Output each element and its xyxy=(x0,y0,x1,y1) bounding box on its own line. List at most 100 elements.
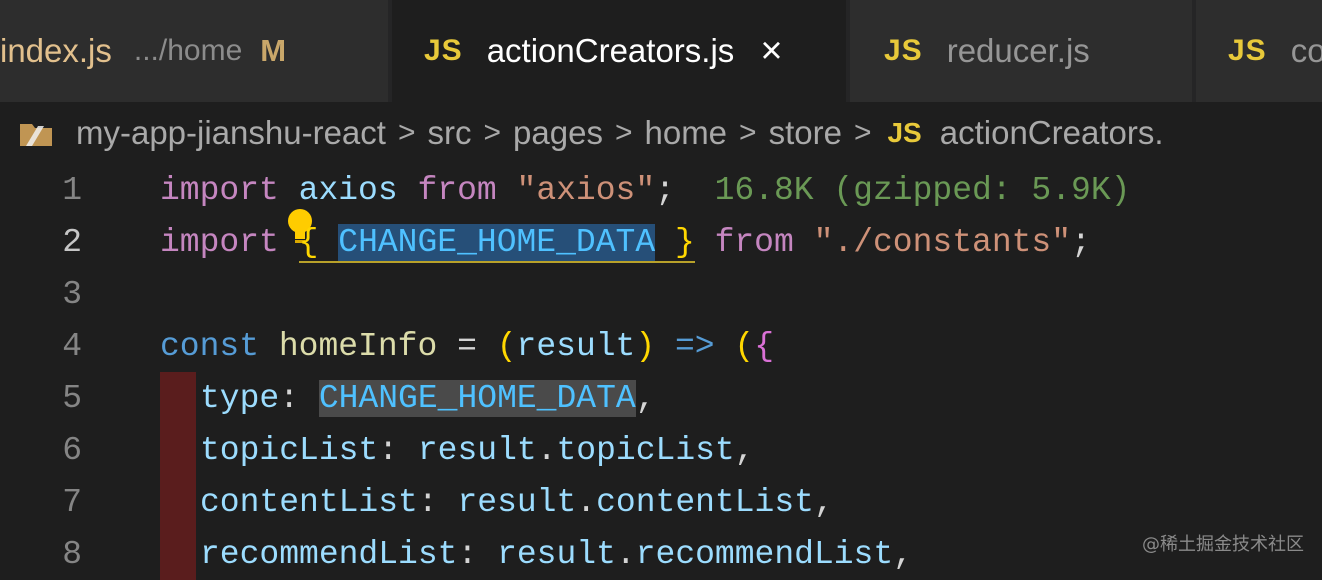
brace-close: } xyxy=(674,223,695,261)
line-number: 5 xyxy=(62,379,82,417)
indent-error-marker xyxy=(160,476,196,528)
code-line[interactable]: 3 xyxy=(0,268,1322,320)
brace-open: { xyxy=(298,223,319,261)
string-literal: "axios" xyxy=(516,171,656,209)
punctuation: : xyxy=(417,483,438,521)
js-file-icon: JS xyxy=(884,34,923,67)
punctuation: , xyxy=(893,535,913,573)
paren-close: ) xyxy=(635,327,656,365)
code-line[interactable]: 1 import axios from "axios"; 16.8K (gzip… xyxy=(0,164,1322,243)
paren-open: ( xyxy=(734,327,755,365)
property-key: recommendList xyxy=(200,535,458,573)
js-file-icon: JS xyxy=(424,34,463,67)
line-content: contentList: result.contentList, xyxy=(200,484,834,521)
code-line[interactable]: 5 type: CHANGE_HOME_DATA, xyxy=(0,372,1322,424)
line-number: 1 xyxy=(62,171,82,209)
js-file-icon: JS xyxy=(887,117,922,148)
brace-open: { xyxy=(754,327,775,365)
chevron-right-icon: > xyxy=(739,116,757,149)
tab-index-js[interactable]: index.js .../home M xyxy=(0,0,390,102)
identifier: result xyxy=(497,535,616,573)
keyword: import xyxy=(160,223,279,261)
paren-open: ( xyxy=(496,327,517,365)
operator: = xyxy=(457,327,477,365)
breadcrumb-item-home[interactable]: home xyxy=(644,114,727,152)
line-content: const homeInfo = (result) => ({ xyxy=(160,328,774,365)
punctuation: : xyxy=(279,379,300,417)
tab-label: index.js xyxy=(0,32,112,69)
punctuation: : xyxy=(457,535,478,573)
indent-error-marker xyxy=(160,372,196,424)
punctuation: . xyxy=(536,431,557,469)
line-number: 8 xyxy=(62,535,82,573)
punctuation: : xyxy=(378,431,399,469)
line-content: type: CHANGE_HOME_DATA, xyxy=(200,379,656,417)
property: contentList xyxy=(596,483,814,521)
indent-error-marker xyxy=(160,424,196,476)
punctuation: , xyxy=(635,379,656,417)
import-cost-annotation: 16.8K (gzipped: 5.9K) xyxy=(714,171,1131,209)
chevron-right-icon: > xyxy=(614,116,633,149)
line-content: topicList: result.topicList, xyxy=(200,432,755,469)
watermark: @稀土掘金技术社区 xyxy=(1142,534,1304,555)
breadcrumb-item-project[interactable]: my-app-jianshu-react xyxy=(76,114,386,152)
code-line[interactable]: 8 recommendList: result.recommendList, xyxy=(0,528,1322,580)
folder-icon xyxy=(18,118,54,148)
breadcrumb-item-pages[interactable]: pages xyxy=(513,114,603,152)
identifier: axios xyxy=(298,171,398,209)
breadcrumb: my-app-jianshu-react > src > pages > hom… xyxy=(0,102,1322,164)
string-literal: "./constants" xyxy=(813,223,1072,261)
tab-path: .../home xyxy=(133,34,243,67)
breadcrumb-item-src[interactable]: src xyxy=(428,114,472,152)
line-number: 4 xyxy=(62,327,82,365)
breadcrumb-item-store[interactable]: store xyxy=(769,114,842,152)
arrow-operator: => xyxy=(674,327,715,365)
modified-badge: M xyxy=(260,33,287,68)
parameter: result xyxy=(516,327,636,365)
function-name: homeInfo xyxy=(278,327,438,365)
punctuation: , xyxy=(734,431,755,469)
tab-label: co xyxy=(1290,32,1322,69)
tab-label: reducer.js xyxy=(946,32,1090,69)
punctuation: , xyxy=(813,483,834,521)
code-editor[interactable]: 1 import axios from "axios"; 16.8K (gzip… xyxy=(0,164,1322,580)
punctuation: . xyxy=(576,483,597,521)
indent-error-marker xyxy=(160,528,196,580)
tab-bar: index.js .../home M JS actionCreators.js… xyxy=(0,0,1322,102)
chevron-right-icon: > xyxy=(397,116,416,149)
tab-action-creators[interactable]: JS actionCreators.js × xyxy=(392,0,848,102)
tab-partial[interactable]: JS co xyxy=(1196,0,1322,102)
line-number: 7 xyxy=(62,483,82,521)
line-content: import { CHANGE_HOME_DATA } from "./cons… xyxy=(160,223,1091,263)
highlighted-identifier: CHANGE_HOME_DATA xyxy=(318,379,636,417)
property-key: type xyxy=(200,379,280,417)
keyword: from xyxy=(714,223,794,261)
chevron-right-icon: > xyxy=(853,116,872,149)
lightbulb-icon[interactable] xyxy=(166,170,312,243)
punctuation: ; xyxy=(1071,223,1091,261)
punctuation: ; xyxy=(655,171,675,209)
line-content: recommendList: result.recommendList, xyxy=(200,536,913,573)
tab-label: actionCreators.js xyxy=(486,32,735,69)
property-key: topicList xyxy=(200,431,379,469)
tab-reducer[interactable]: JS reducer.js xyxy=(850,0,1194,102)
code-line[interactable]: 2 import { CHANGE_HOME_DATA } from "./co… xyxy=(0,216,1322,268)
code-line[interactable]: 4 const homeInfo = (result) => ({ xyxy=(0,320,1322,372)
selected-identifier: CHANGE_HOME_DATA xyxy=(338,223,656,261)
breadcrumb-item-file[interactable]: actionCreators. xyxy=(940,114,1164,152)
code-line[interactable]: 6 topicList: result.topicList, xyxy=(0,424,1322,476)
code-line[interactable]: 7 contentList: result.contentList, xyxy=(0,476,1322,528)
identifier: result xyxy=(417,431,537,469)
line-number: 3 xyxy=(62,275,82,313)
close-icon[interactable]: × xyxy=(760,32,782,70)
keyword: from xyxy=(417,171,497,209)
line-content: import axios from "axios"; 16.8K (gzippe… xyxy=(160,172,1130,209)
property: recommendList xyxy=(635,535,894,573)
property-key: contentList xyxy=(200,483,418,521)
keyword: const xyxy=(160,327,260,365)
line-number: 2 xyxy=(62,223,82,261)
punctuation: . xyxy=(615,535,636,573)
chevron-right-icon: > xyxy=(483,116,502,149)
identifier: result xyxy=(457,483,577,521)
line-number: 6 xyxy=(62,431,82,469)
